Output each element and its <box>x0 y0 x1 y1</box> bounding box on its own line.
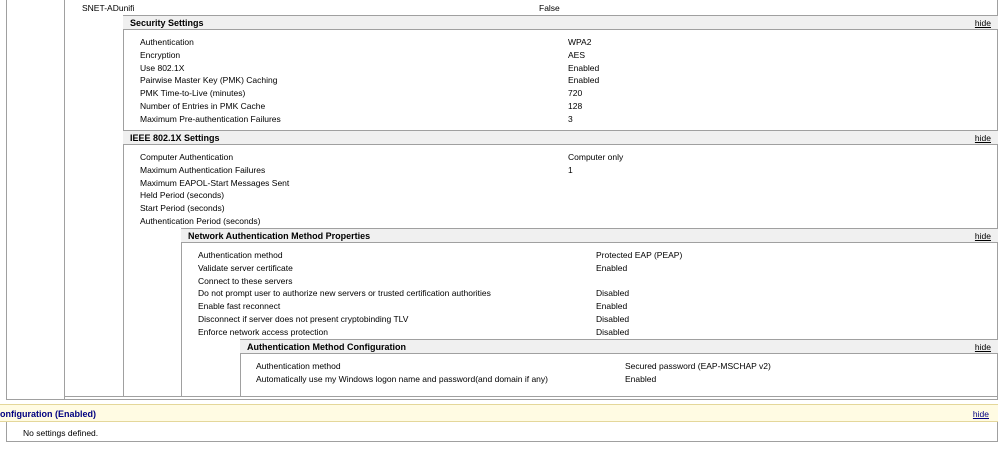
network-auth-setting-row: Do not prompt user to authorize new serv… <box>198 287 990 300</box>
tree-line-bottom <box>6 399 998 400</box>
ieee-setting-key: Maximum Authentication Failures <box>140 164 266 175</box>
auth-config-setting-key: Automatically use my Windows logon name … <box>256 373 548 384</box>
network-auth-hide-link[interactable]: hide <box>975 230 991 242</box>
network-auth-setting-value: Enabled <box>596 301 628 312</box>
security-setting-key: Encryption <box>140 49 181 60</box>
network-auth-setting-key: Enforce network access protection <box>198 326 328 337</box>
network-auth-setting-value: Enabled <box>596 262 628 273</box>
ieee-setting-value: 1 <box>568 164 573 175</box>
ieee-setting-key: Start Period (seconds) <box>140 203 225 214</box>
tree-line-inner-bottom <box>64 396 998 397</box>
auth-config-setting-key: Authentication method <box>256 361 341 371</box>
network-auth-setting-key: Authentication method <box>198 250 283 260</box>
network-auth-setting-key: Do not prompt user to authorize new serv… <box>198 288 491 299</box>
security-settings-header: Security Settings hide <box>123 15 998 30</box>
ieee-setting-value: Computer only <box>568 152 624 162</box>
network-auth-header: Network Authentication Method Properties… <box>181 228 998 243</box>
auth-config-title: Authentication Method Configuration <box>247 342 406 352</box>
ieee-setting-key: Computer Authentication <box>140 152 234 162</box>
ieee-setting-key: Authentication Period (seconds) <box>140 216 261 226</box>
ieee-setting-row: Computer Authentication Computer only <box>140 151 990 164</box>
network-auth-setting-row: Enforce network access protection Disable… <box>198 326 990 339</box>
network-auth-setting-row: Authentication method Protected EAP (PEAP… <box>198 249 990 262</box>
ieee-hide-link[interactable]: hide <box>975 132 991 144</box>
security-setting-row: Use 802.1X Enabled <box>140 62 990 75</box>
security-setting-row: Authentication WPA2 <box>140 36 990 49</box>
security-setting-row: Encryption AES <box>140 49 990 62</box>
auth-config-hide-link[interactable]: hide <box>975 341 991 353</box>
auth-config-setting-row: Automatically use my Windows logon name … <box>256 373 990 386</box>
security-setting-value: 720 <box>568 88 583 99</box>
security-setting-row: Pairwise Master Key (PMK) Caching Enabled <box>140 74 990 87</box>
security-hide-link[interactable]: hide <box>975 17 991 29</box>
security-setting-row: Number of Entries in PMK Cache 128 <box>140 100 990 113</box>
tree-line-outer <box>6 0 7 400</box>
config-left-line <box>6 422 7 442</box>
ieee-setting-row: Maximum Authentication Failures 1 <box>140 164 990 177</box>
auth-config-setting-value: Secured password (EAP-MSCHAP v2) <box>625 361 771 371</box>
security-setting-key: Use 802.1X <box>140 62 185 73</box>
security-setting-value: Enabled <box>568 62 600 73</box>
security-left-line <box>123 15 124 396</box>
network-auth-setting-value: Disabled <box>596 288 630 299</box>
ieee-settings-title: IEEE 802.1X Settings <box>130 133 220 143</box>
configuration-hide-link[interactable]: hide <box>973 408 989 420</box>
network-auth-setting-value: Protected EAP (PEAP) <box>596 250 683 260</box>
top-row: SNET-ADunifi False <box>82 2 982 15</box>
security-setting-value: Enabled <box>568 75 600 86</box>
security-settings-title: Security Settings <box>130 18 204 28</box>
network-auth-setting-key: Disconnect if server does not present cr… <box>198 314 409 324</box>
security-setting-value: 128 <box>568 101 583 111</box>
auth-config-setting-value: Enabled <box>625 373 657 384</box>
ieee-setting-row: Start Period (seconds) <box>140 202 990 215</box>
network-auth-setting-row: Connect to these servers <box>198 275 990 288</box>
auth-config-setting-row: Authentication method Secured password (E… <box>256 360 990 373</box>
auth-config-header: Authentication Method Configuration hide <box>240 339 998 354</box>
config-right-line <box>997 422 998 442</box>
security-setting-key: Pairwise Master Key (PMK) Caching <box>140 75 278 86</box>
security-setting-row: PMK Time-to-Live (minutes) 720 <box>140 87 990 100</box>
top-row-key: SNET-ADunifi <box>82 3 135 13</box>
ieee-setting-row: Authentication Period (seconds) <box>140 215 990 228</box>
network-auth-setting-value: Disabled <box>596 314 630 324</box>
network-auth-setting-key: Enable fast reconnect <box>198 301 281 312</box>
security-setting-value: WPA2 <box>568 37 592 47</box>
security-setting-value: 3 <box>568 113 573 124</box>
ieee-setting-key: Held Period (seconds) <box>140 190 225 201</box>
network-auth-title: Network Authentication Method Properties <box>188 231 371 241</box>
configuration-enabled-bar: onfiguration (Enabled) hide <box>0 404 998 422</box>
network-auth-setting-key: Validate server certificate <box>198 262 293 273</box>
security-setting-row: Maximum Pre-authentication Failures 3 <box>140 113 990 126</box>
security-setting-key: Number of Entries in PMK Cache <box>140 101 266 111</box>
security-setting-key: PMK Time-to-Live (minutes) <box>140 88 246 99</box>
security-setting-value: AES <box>568 49 586 60</box>
ieee-setting-row: Maximum EAPOL-Start Messages Sent <box>140 177 990 190</box>
no-settings-text: No settings defined. <box>23 428 99 438</box>
network-auth-left-line <box>181 228 182 396</box>
ieee-settings-header: IEEE 802.1X Settings hide <box>123 130 998 145</box>
ieee-setting-key: Maximum EAPOL-Start Messages Sent <box>140 177 290 188</box>
configuration-enabled-title: onfiguration (Enabled) <box>0 409 96 419</box>
security-setting-key: Maximum Pre-authentication Failures <box>140 113 281 124</box>
config-bottom-line <box>6 441 998 442</box>
security-setting-key: Authentication <box>140 37 194 47</box>
tree-line-mid <box>64 0 65 399</box>
network-auth-setting-row: Enable fast reconnect Enabled <box>198 300 990 313</box>
top-row-value: False <box>539 3 560 13</box>
network-auth-setting-key: Connect to these servers <box>198 275 293 286</box>
network-auth-setting-value: Disabled <box>596 326 630 337</box>
network-auth-setting-row: Validate server certificate Enabled <box>198 262 990 275</box>
ieee-setting-row: Held Period (seconds) <box>140 189 990 202</box>
network-auth-setting-row: Disconnect if server does not present cr… <box>198 313 990 326</box>
